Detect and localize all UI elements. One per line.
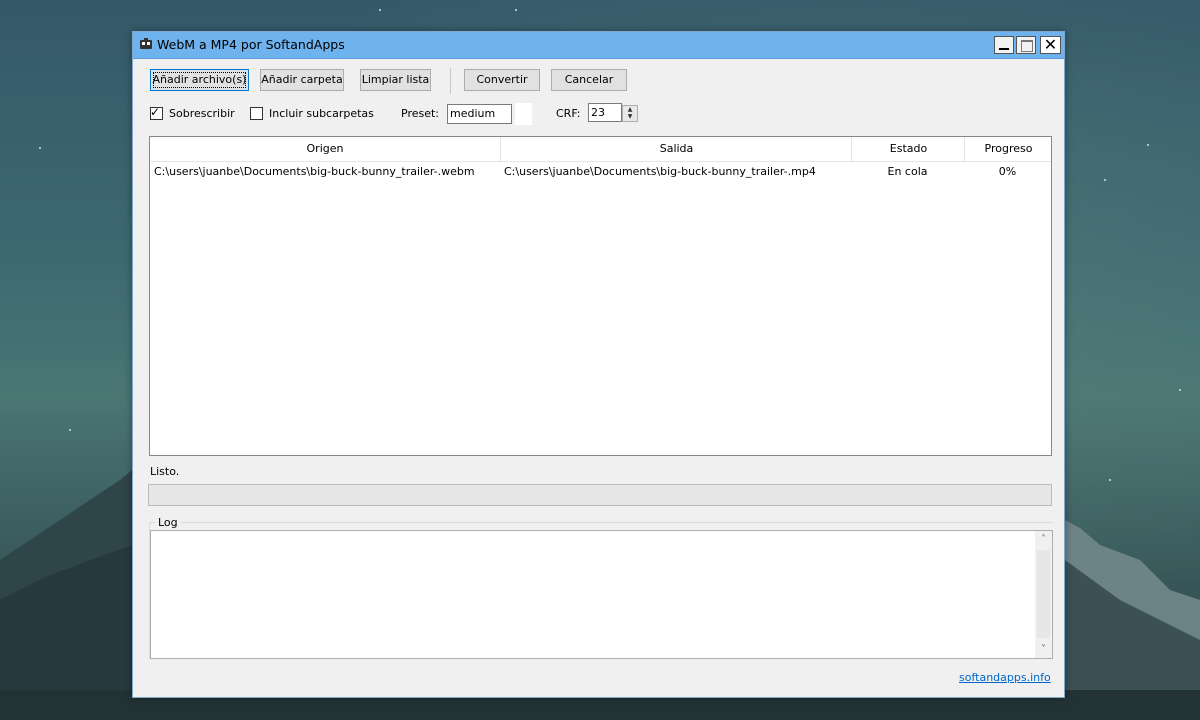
spin-down-icon[interactable]: ▼	[623, 113, 637, 120]
website-link[interactable]: softandapps.info	[959, 671, 1051, 684]
checkmark-icon: ✓	[150, 105, 161, 119]
output-cell: C:\users\juanbe\Documents\big-buck-bunny…	[504, 165, 816, 178]
table-header: Origen Salida Estado Progreso	[150, 137, 1051, 162]
spin-up-icon[interactable]: ▲	[623, 106, 637, 113]
scrollbar-track[interactable]	[1037, 550, 1050, 638]
app-icon	[140, 38, 152, 49]
chevron-up-icon[interactable]: ˄	[1035, 531, 1052, 548]
origin-cell: C:\users\juanbe\Documents\big-buck-bunny…	[154, 165, 475, 178]
clear-list-button[interactable]: Limpiar lista	[360, 69, 431, 91]
status-text: Listo.	[150, 465, 180, 478]
add-files-button[interactable]: Añadir archivo(s)	[150, 69, 249, 91]
include-subfolders-label: Incluir subcarpetas	[269, 107, 374, 120]
crf-field[interactable]: 23	[588, 103, 622, 122]
status-cell: En cola	[887, 165, 928, 178]
close-icon: ✕	[1043, 35, 1058, 54]
file-table[interactable]: Origen Salida Estado Progreso C:\users\j…	[149, 136, 1052, 456]
crf-label: CRF:	[556, 107, 581, 120]
column-header-origin[interactable]: Origen	[150, 137, 500, 161]
convert-button[interactable]: Convertir	[464, 69, 540, 91]
preset-field[interactable]: medium	[447, 104, 512, 124]
column-header-output[interactable]: Salida	[500, 137, 852, 161]
log-scrollbar[interactable]: ˄ ˅	[1035, 531, 1052, 658]
include-subfolders-checkbox[interactable]	[250, 107, 263, 120]
log-textarea[interactable]: ˄ ˅	[150, 530, 1053, 659]
progress-cell: 0%	[998, 165, 1017, 178]
toolbar-separator	[450, 68, 451, 94]
app-window: WebM a MP4 por SoftandApps ✕ Añadir arch…	[132, 31, 1065, 698]
preset-label: Preset:	[401, 107, 440, 120]
progress-bar	[148, 484, 1052, 506]
column-header-status[interactable]: Estado	[851, 137, 965, 161]
cancel-button[interactable]: Cancelar	[551, 69, 627, 91]
maximize-button[interactable]	[1016, 36, 1036, 54]
minimize-button[interactable]	[994, 36, 1014, 54]
chevron-down-icon[interactable]: ˅	[1035, 641, 1052, 658]
title-bar[interactable]: WebM a MP4 por SoftandApps ✕	[133, 32, 1064, 59]
window-title: WebM a MP4 por SoftandApps	[157, 37, 345, 52]
overwrite-checkbox[interactable]: ✓	[150, 105, 163, 120]
column-header-progress[interactable]: Progreso	[964, 137, 1052, 161]
log-label: Log	[155, 516, 181, 529]
overwrite-label: Sobrescribir	[169, 107, 235, 120]
crf-stepper[interactable]: ▲ ▼	[622, 105, 638, 122]
preset-dropdown-button[interactable]	[515, 103, 532, 125]
add-folder-button[interactable]: Añadir carpeta	[260, 69, 344, 91]
close-button[interactable]: ✕	[1040, 36, 1061, 54]
